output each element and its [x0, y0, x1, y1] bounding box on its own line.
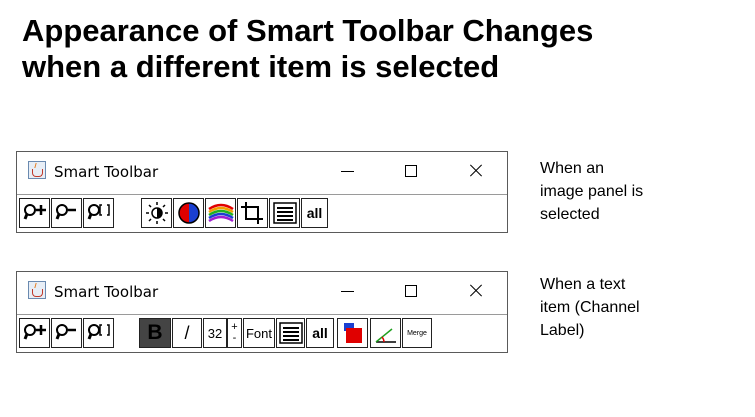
font-size-display[interactable]: 32	[203, 318, 227, 348]
toolbar: B / 32 + - Font all Merge	[17, 314, 507, 353]
title-bar[interactable]: Smart Toolbar	[17, 152, 507, 192]
italic-label: /	[184, 322, 190, 343]
zoom-fit-icon	[87, 324, 110, 340]
zoom-in-icon	[23, 324, 46, 340]
caption-text-item: When a text item (Channel Label)	[540, 273, 740, 342]
font-label: Font	[245, 325, 272, 341]
font-button[interactable]: Font	[243, 318, 275, 348]
rotate-angle-button[interactable]	[370, 318, 401, 348]
brightness-button[interactable]	[141, 198, 172, 228]
window-title: Smart Toolbar	[54, 163, 159, 181]
java-app-icon	[28, 161, 46, 179]
smart-toolbar-window-text: Smart Toolbar B / 32 + - Font all Merge	[16, 271, 508, 353]
caption-line: When a text	[540, 276, 626, 293]
bold-button[interactable]: B	[139, 318, 171, 348]
brightness-icon	[145, 202, 168, 224]
java-app-icon	[28, 281, 46, 299]
caption-line: item (Channel	[540, 299, 640, 316]
caption-image-panel: When an image panel is selected	[540, 157, 740, 226]
align-icon	[272, 202, 297, 224]
font-size-value: 32	[207, 325, 223, 341]
page-title: Appearance of Smart Toolbar Changes when…	[22, 13, 742, 85]
apply-all-button[interactable]: all	[301, 198, 328, 228]
zoom-out-icon	[55, 324, 76, 340]
apply-all-button[interactable]: all	[306, 318, 334, 348]
merge-button[interactable]: Merge	[402, 318, 432, 348]
channel-colors-button[interactable]	[205, 198, 236, 228]
zoom-in-button[interactable]	[19, 198, 50, 228]
minimize-button[interactable]	[337, 160, 359, 182]
maximize-button[interactable]	[400, 160, 422, 182]
toolbar: all	[17, 194, 507, 233]
zoom-fit-icon	[87, 204, 110, 220]
align-icon	[278, 322, 303, 344]
align-button[interactable]	[276, 318, 305, 348]
maximize-button[interactable]	[400, 280, 422, 302]
zoom-out-button[interactable]	[51, 198, 82, 228]
color-mode-icon	[177, 202, 200, 224]
minimize-button[interactable]	[337, 280, 359, 302]
window-title: Smart Toolbar	[54, 283, 159, 301]
all-label: all	[306, 205, 323, 221]
bold-label: B	[147, 321, 163, 344]
caption-line: When an	[540, 160, 605, 177]
zoom-fit-button[interactable]	[83, 318, 114, 348]
zoom-out-button[interactable]	[51, 318, 82, 348]
crop-button[interactable]	[237, 198, 268, 228]
font-size-stepper[interactable]: + -	[227, 318, 242, 348]
angle-icon	[375, 328, 396, 343]
smart-toolbar-window-image: Smart Toolbar all	[16, 151, 508, 233]
caption-line: Label)	[540, 322, 585, 339]
zoom-in-icon	[23, 204, 46, 220]
align-button[interactable]	[269, 198, 300, 228]
merge-label: Merge	[407, 329, 427, 337]
decrease-label: -	[232, 332, 237, 344]
italic-button[interactable]: /	[172, 318, 202, 348]
title-bar[interactable]: Smart Toolbar	[17, 272, 507, 312]
caption-line: selected	[540, 206, 600, 223]
zoom-in-button[interactable]	[19, 318, 50, 348]
zoom-fit-button[interactable]	[83, 198, 114, 228]
close-button[interactable]	[465, 280, 487, 302]
title-line-1: Appearance of Smart Toolbar Changes	[22, 13, 594, 48]
close-button[interactable]	[465, 160, 487, 182]
text-color-icon	[343, 323, 362, 343]
crop-icon	[240, 202, 263, 224]
all-label: all	[312, 325, 328, 341]
color-mode-button[interactable]	[173, 198, 204, 228]
title-line-2: when a different item is selected	[22, 49, 500, 84]
text-color-button[interactable]	[337, 318, 368, 348]
caption-line: image panel is	[540, 183, 644, 200]
channel-colors-icon	[207, 203, 234, 223]
zoom-out-icon	[55, 204, 76, 220]
